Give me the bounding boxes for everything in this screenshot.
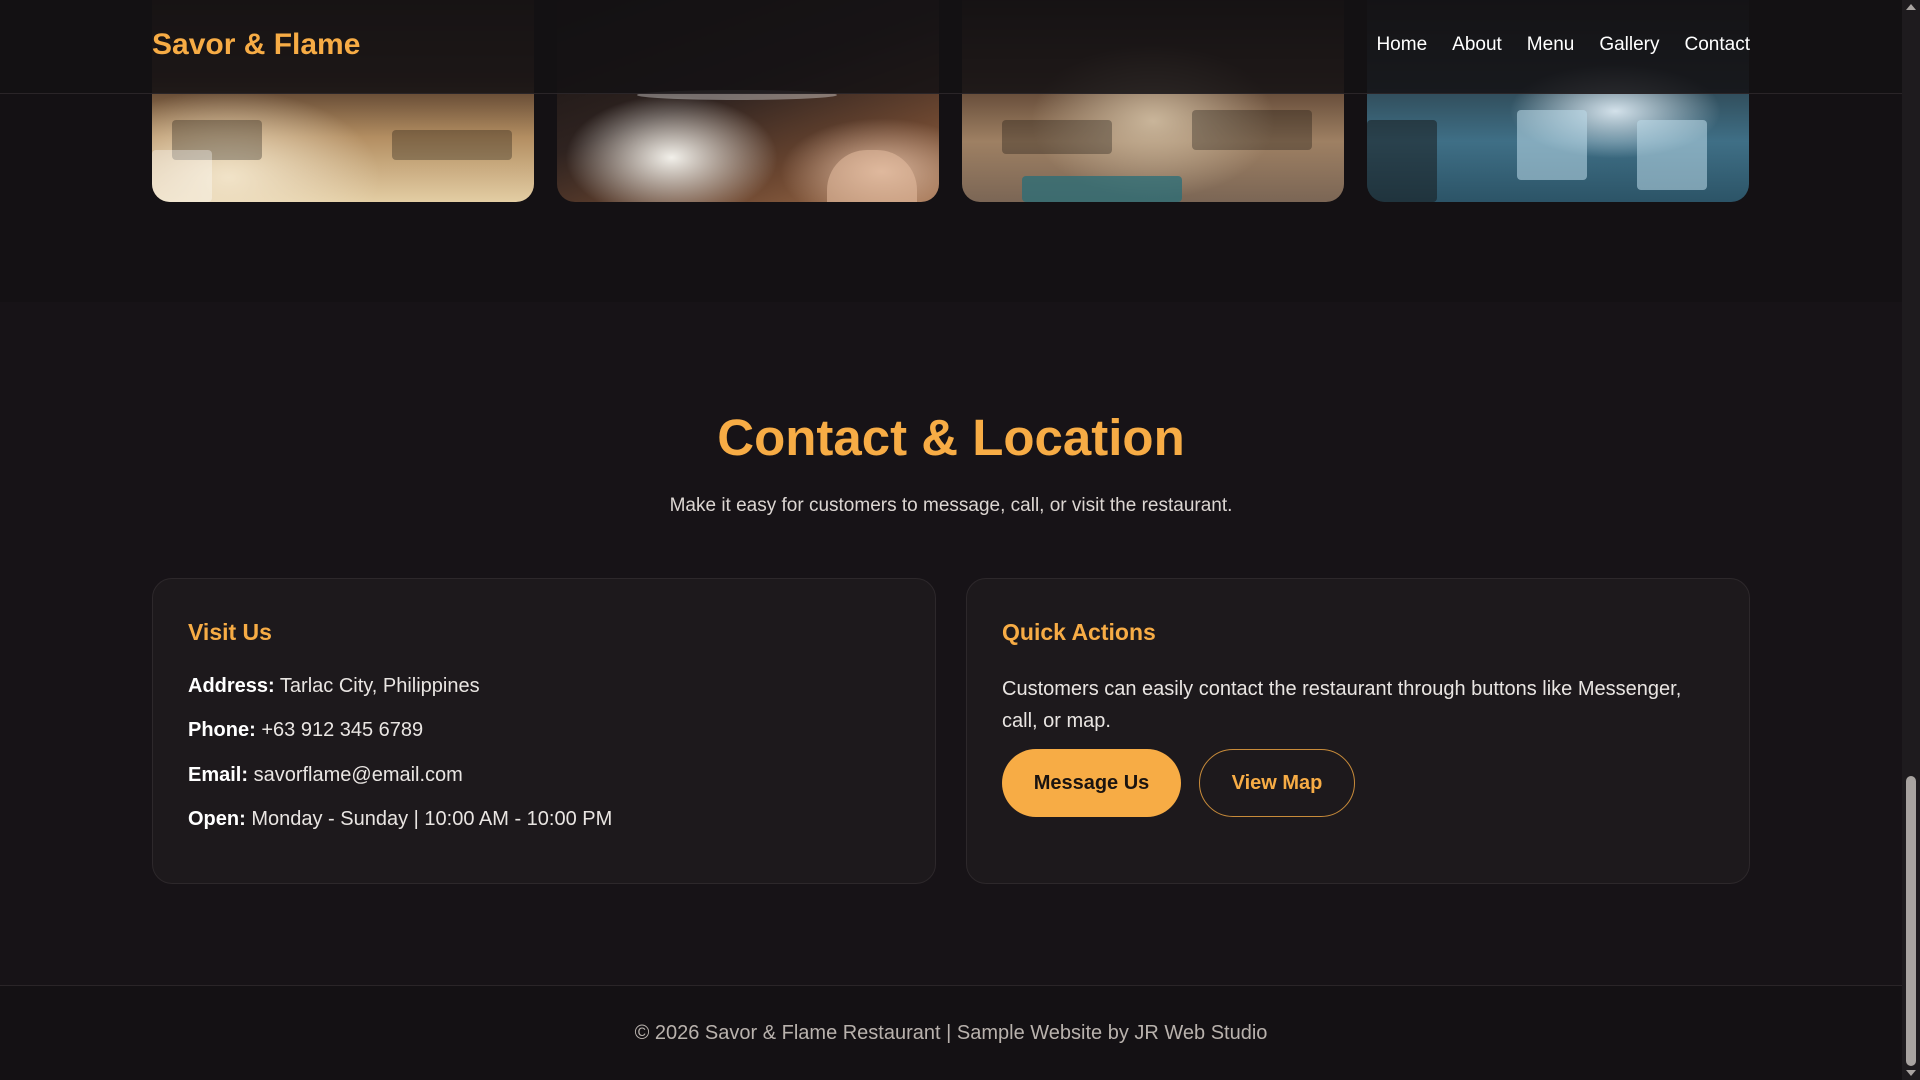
email-line: Email: savorflame@email.com <box>188 764 463 787</box>
hours-line: Open: Monday - Sunday | 10:00 AM - 10:00… <box>188 808 612 831</box>
section-subtitle: Make it easy for customers to message, c… <box>669 495 1233 516</box>
message-us-button[interactable]: Message Us <box>1002 749 1181 817</box>
view-map-button[interactable]: View Map <box>1199 749 1355 817</box>
scroll-up-icon[interactable] <box>1906 4 1916 10</box>
nav-contact[interactable]: Contact <box>1685 34 1750 56</box>
visit-us-title: Visit Us <box>188 619 272 645</box>
main-nav: Home About Menu Gallery Contact <box>1376 34 1750 56</box>
nav-about[interactable]: About <box>1452 34 1502 56</box>
scroll-thumb[interactable] <box>1906 776 1916 1066</box>
page-scrollbar[interactable] <box>1902 0 1920 1080</box>
address-value: Tarlac City, Philippines <box>279 675 480 697</box>
brand-logo[interactable]: Savor & Flame <box>152 28 360 62</box>
address-label: Address: <box>188 675 275 697</box>
address-line: Address: Tarlac City, Philippines <box>188 675 480 698</box>
nav-home[interactable]: Home <box>1376 34 1427 56</box>
phone-label: Phone: <box>188 719 256 741</box>
open-value: Monday - Sunday | 10:00 AM - 10:00 PM <box>251 808 613 830</box>
section-title: Contact & Location <box>717 409 1185 466</box>
viewport: Savor & Flame Home About Menu Gallery Co… <box>0 0 1902 1080</box>
quick-actions-card: Quick Actions Customers can easily conta… <box>966 578 1750 884</box>
nav-menu[interactable]: Menu <box>1527 34 1575 56</box>
email-value: savorflame@email.com <box>253 764 463 786</box>
footer-copyright: © 2026 Savor & Flame Restaurant | Sample… <box>634 1022 1268 1044</box>
phone-line: Phone: +63 912 345 6789 <box>188 719 423 742</box>
phone-value: +63 912 345 6789 <box>261 719 424 741</box>
open-label: Open: <box>188 808 246 830</box>
site-header: Savor & Flame Home About Menu Gallery Co… <box>0 0 1902 94</box>
quick-actions-title: Quick Actions <box>1002 619 1156 645</box>
nav-gallery[interactable]: Gallery <box>1599 34 1659 56</box>
site-footer: © 2026 Savor & Flame Restaurant | Sample… <box>0 985 1902 1080</box>
scroll-down-icon[interactable] <box>1906 1070 1916 1076</box>
visit-us-card: Visit Us Address: Tarlac City, Philippin… <box>152 578 936 884</box>
contact-section: Contact & Location Make it easy for cust… <box>0 302 1902 985</box>
quick-actions-text: Customers can easily contact the restaur… <box>1002 678 1682 732</box>
page: Savor & Flame Home About Menu Gallery Co… <box>0 0 1920 1080</box>
email-label: Email: <box>188 764 249 786</box>
